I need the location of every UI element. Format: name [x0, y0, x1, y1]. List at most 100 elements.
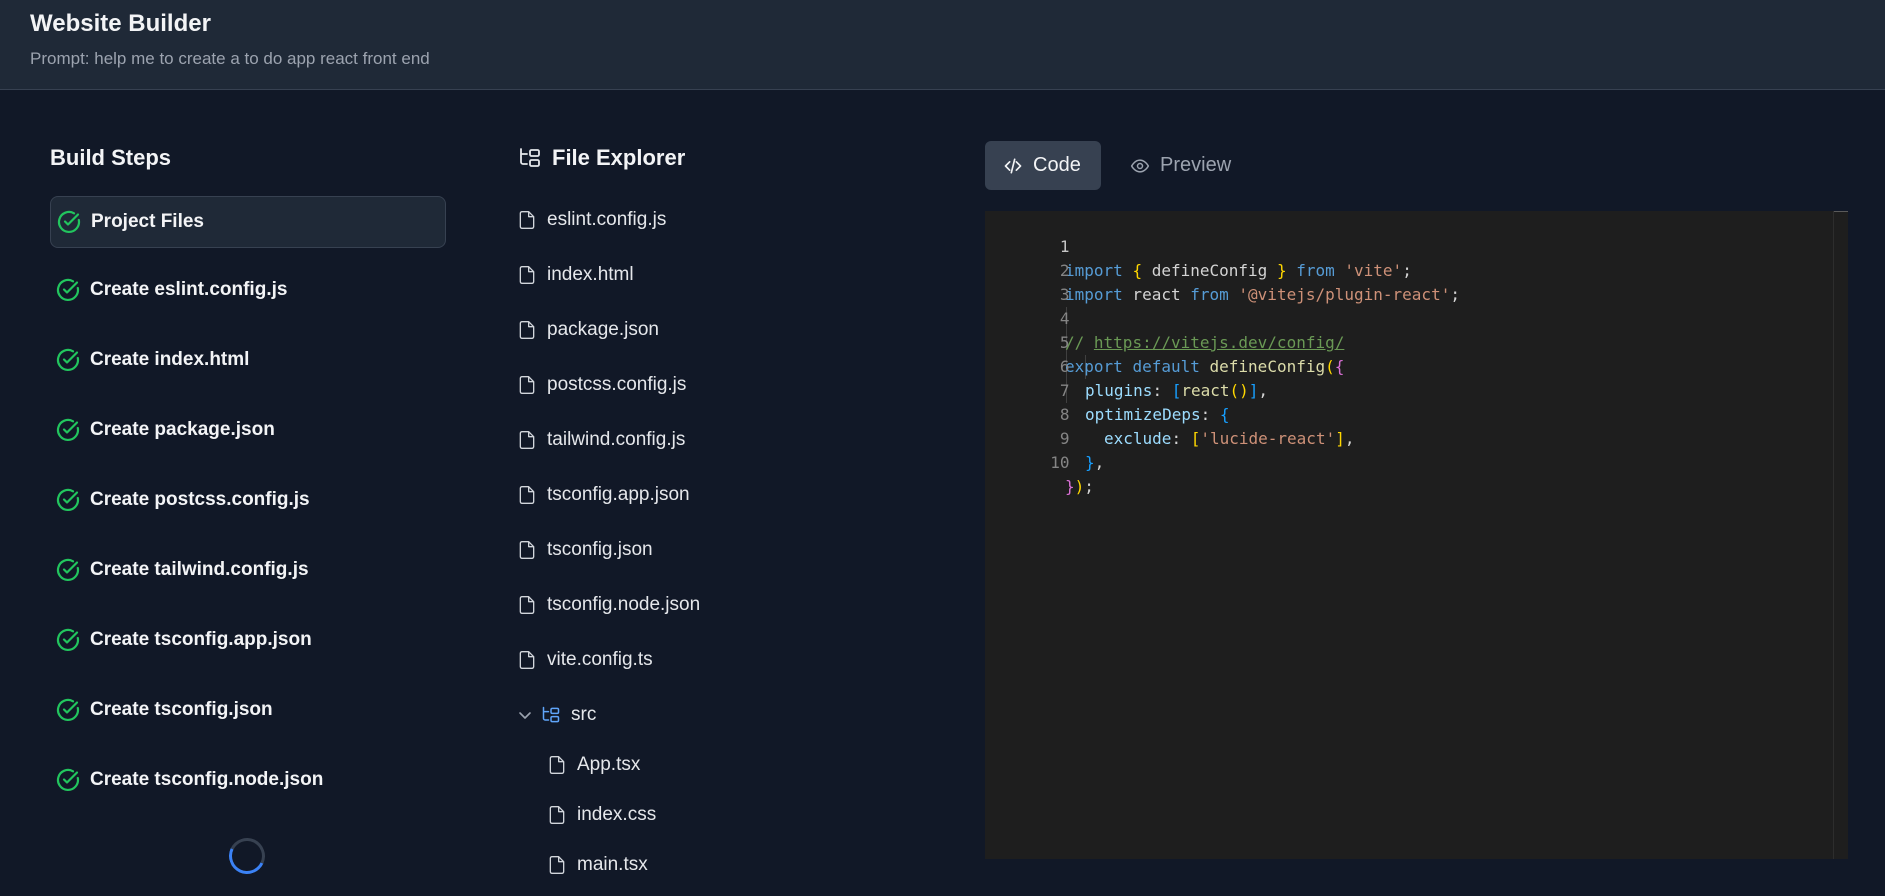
line-number: 6: [1059, 357, 1070, 376]
code-line: 7 optimizeDeps: {: [985, 355, 1230, 424]
file-name: eslint.config.js: [547, 209, 667, 230]
line-number: 9: [1059, 429, 1070, 448]
file-item[interactable]: tsconfig.node.json: [517, 594, 700, 616]
line-code: optimizeDeps: {: [1085, 405, 1230, 424]
line-number: 1: [1059, 237, 1070, 256]
file-icon: [517, 595, 537, 615]
prompt-text: Prompt: help me to create a to do app re…: [30, 49, 430, 68]
file-name: App.tsx: [577, 754, 641, 775]
build-steps-title: Build Steps: [50, 145, 172, 170]
check-circle-icon: [56, 628, 80, 652]
line-number: 2: [1059, 261, 1070, 280]
editor-scrollbar[interactable]: [1833, 211, 1848, 859]
line-code: // https://vitejs.dev/config/: [1065, 333, 1345, 352]
check-circle-icon: [56, 768, 80, 792]
config-link[interactable]: https://vitejs.dev/config/: [1094, 333, 1344, 352]
file-name: tailwind.config.js: [547, 429, 686, 450]
file-item[interactable]: package.json: [517, 319, 659, 341]
file-item[interactable]: postcss.config.js: [517, 374, 686, 396]
file-name: package.json: [547, 319, 659, 340]
code-line: 10 });: [985, 427, 1094, 496]
code-line: 2 import react from '@vitejs/plugin-reac…: [985, 235, 1460, 304]
check-circle-icon: [56, 418, 80, 442]
chevron-down-icon[interactable]: [517, 707, 533, 723]
line-number: 4: [1059, 309, 1070, 328]
build-step-tsconfig-app[interactable]: Create tsconfig.app.json: [50, 614, 446, 666]
code-line: 4 // https://vitejs.dev/config/: [985, 283, 1344, 352]
file-icon: [517, 210, 537, 230]
loading-spinner-icon: [223, 832, 271, 880]
build-step-tailwind-config[interactable]: Create tailwind.config.js: [50, 544, 446, 596]
build-step-eslint-config[interactable]: Create eslint.config.js: [50, 264, 446, 316]
build-step-project-files[interactable]: Project Files: [50, 196, 446, 248]
build-step-index-html[interactable]: Create index.html: [50, 334, 446, 386]
check-circle-icon: [56, 348, 80, 372]
line-code: },: [1085, 453, 1105, 472]
build-step-label: Create tailwind.config.js: [90, 559, 309, 580]
build-step-tsconfig-node[interactable]: Create tsconfig.node.json: [50, 754, 446, 806]
file-icon: [517, 540, 537, 560]
file-icon: [517, 650, 537, 670]
file-item[interactable]: tailwind.config.js: [517, 429, 685, 451]
build-step-package-json[interactable]: Create package.json: [50, 404, 446, 456]
file-item[interactable]: App.tsx: [547, 754, 640, 776]
tab-preview[interactable]: Preview: [1114, 141, 1249, 190]
scrollbar-cursor-marker: [1834, 211, 1848, 212]
file-icon: [517, 375, 537, 395]
line-number: 7: [1059, 381, 1070, 400]
check-circle-icon: [56, 698, 80, 722]
app-title: Website Builder: [30, 10, 211, 37]
code-icon: [1004, 158, 1022, 173]
build-step-label: Create postcss.config.js: [90, 489, 310, 510]
file-explorer-label: File Explorer: [552, 145, 686, 170]
check-circle-icon: [56, 488, 80, 512]
file-name: index.css: [577, 804, 657, 825]
code-editor[interactable]: 1 import { defineConfig } from 'vite'; 2…: [985, 211, 1848, 859]
line-number: 8: [1059, 405, 1070, 424]
build-step-label: Create tsconfig.json: [90, 699, 273, 720]
line-code: exclude: ['lucide-react'],: [1104, 429, 1355, 448]
code-line: 5 export default defineConfig({: [985, 307, 1345, 376]
check-circle-icon: [56, 558, 80, 582]
build-step-label: Create package.json: [90, 419, 275, 440]
tab-code[interactable]: Code: [985, 141, 1101, 190]
build-step-tsconfig[interactable]: Create tsconfig.json: [50, 684, 446, 736]
file-item[interactable]: eslint.config.js: [517, 209, 666, 231]
file-item[interactable]: main.tsx: [547, 854, 648, 876]
line-number: 5: [1059, 333, 1070, 352]
file-icon: [517, 485, 537, 505]
code-line: 6 plugins: [react()],: [985, 331, 1268, 400]
file-icon: [517, 265, 537, 285]
line-code: export default defineConfig({: [1065, 357, 1345, 376]
folder-tree-icon: [518, 146, 542, 170]
line-code: import { defineConfig } from 'vite';: [1065, 261, 1412, 280]
folder-name: src: [571, 704, 597, 725]
build-step-label: Create tsconfig.app.json: [90, 629, 312, 650]
file-icon: [547, 805, 567, 825]
file-name: vite.config.ts: [547, 649, 653, 670]
folder-tree-icon: [541, 705, 561, 725]
file-item[interactable]: vite.config.ts: [517, 649, 653, 671]
file-name: index.html: [547, 264, 634, 285]
file-name: main.tsx: [577, 854, 648, 875]
build-step-postcss-config[interactable]: Create postcss.config.js: [50, 474, 446, 526]
line-code: import react from '@vitejs/plugin-react'…: [1065, 285, 1460, 304]
app-header: Website Builder Prompt: help me to creat…: [0, 0, 1885, 90]
file-name: tsconfig.app.json: [547, 484, 690, 505]
code-line: 9 },: [985, 403, 1104, 472]
file-icon: [547, 855, 567, 875]
folder-item-src[interactable]: src: [517, 704, 596, 726]
file-icon: [547, 755, 567, 775]
file-item[interactable]: tsconfig.json: [517, 539, 653, 561]
file-item[interactable]: index.css: [547, 804, 656, 826]
code-line: 8 exclude: ['lucide-react'],: [985, 379, 1355, 448]
check-circle-icon: [57, 210, 81, 234]
line-number: 10: [1050, 453, 1070, 472]
build-step-label: Create eslint.config.js: [90, 279, 288, 300]
tab-preview-label: Preview: [1160, 154, 1232, 176]
code-line: 3: [985, 259, 1070, 304]
code-line: 1 import { defineConfig } from 'vite';: [985, 211, 1412, 280]
file-item[interactable]: tsconfig.app.json: [517, 484, 690, 506]
file-name: postcss.config.js: [547, 374, 687, 395]
file-item[interactable]: index.html: [517, 264, 634, 286]
